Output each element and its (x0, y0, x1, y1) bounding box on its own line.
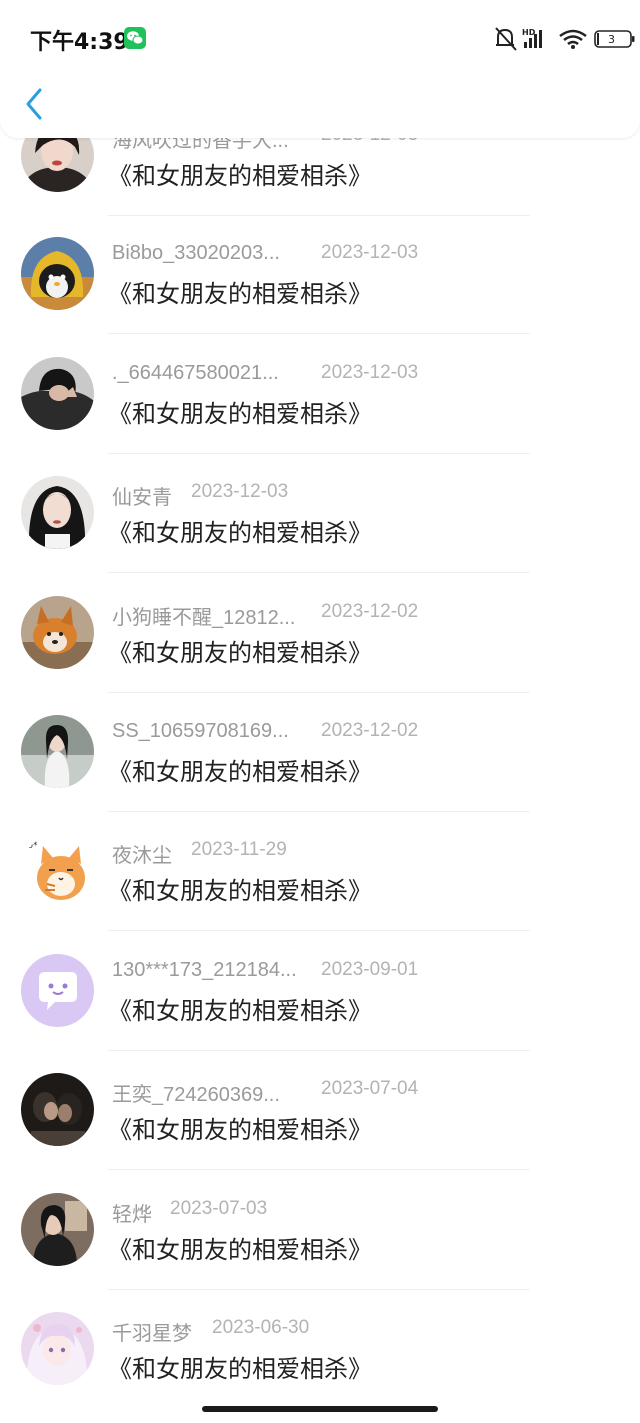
list-item[interactable]: 小狗睡不醒_12812... 2023-12-02 《和女朋友的相爱相杀》 (0, 573, 640, 693)
list-item[interactable]: 王奕_724260369... 2023-07-04 《和女朋友的相爱相杀》 (0, 1050, 640, 1170)
home-indicator[interactable] (202, 1406, 438, 1412)
comment-date: 2023-12-03 (321, 362, 419, 383)
wifi-icon (559, 29, 587, 49)
list-item[interactable]: ._664467580021... 2023-12-03 《和女朋友的相爱相杀》 (0, 334, 640, 454)
status-time: 下午4:39 (30, 30, 129, 55)
user-name[interactable]: 王奕_724260369... (112, 1078, 280, 1107)
user-name[interactable]: 130***173_212184... (112, 959, 297, 982)
comment-title[interactable]: 《和女朋友的相爱相杀》 (108, 156, 372, 191)
avatar[interactable] (21, 596, 94, 669)
list-item[interactable]: SS_10659708169... 2023-12-02 《和女朋友的相爱相杀》 (0, 692, 640, 812)
signal-icon: HD (522, 28, 542, 48)
avatar[interactable]: *o* (21, 834, 94, 907)
comment-date: 2023-09-01 (321, 959, 419, 980)
comment-date: 2023-12-03 (321, 242, 419, 263)
hd-label: HD (522, 28, 536, 37)
avatar[interactable] (21, 1073, 94, 1146)
comment-title[interactable]: 《和女朋友的相爱相杀》 (108, 274, 372, 309)
avatar[interactable] (21, 954, 94, 1027)
avatar[interactable] (21, 1312, 94, 1385)
comment-title[interactable]: 《和女朋友的相爱相杀》 (108, 513, 372, 548)
user-name[interactable]: 仙安青 (112, 481, 172, 510)
comment-title[interactable]: 《和女朋友的相爱相杀》 (108, 991, 372, 1026)
comment-title[interactable]: 《和女朋友的相爱相杀》 (108, 633, 372, 668)
user-name[interactable]: ._664467580021... (112, 362, 279, 385)
list-item[interactable]: 仙安青 2023-12-03 《和女朋友的相爱相杀》 (0, 453, 640, 573)
wechat-icon (124, 27, 146, 49)
battery-level: 3 (608, 33, 615, 46)
user-name[interactable]: 千羽星梦 (112, 1317, 192, 1346)
status-icons-graphic: HD 3 (495, 27, 635, 51)
user-name[interactable]: Bi8bo_33020203... (112, 242, 280, 265)
comment-date: 2023-11-29 (191, 839, 287, 860)
list-item[interactable]: 轻烨 2023-07-03 《和女朋友的相爱相杀》 (0, 1170, 640, 1290)
avatar[interactable] (21, 715, 94, 788)
svg-text:*o*: *o* (23, 841, 38, 851)
list-item[interactable]: 千羽星梦 2023-06-30 《和女朋友的相爱相杀》 (0, 1289, 640, 1409)
battery-icon: 3 (594, 30, 635, 48)
comment-date: 2023-07-03 (170, 1198, 268, 1219)
avatar[interactable] (21, 476, 94, 549)
comment-title[interactable]: 《和女朋友的相爱相杀》 (108, 1230, 372, 1265)
list-item[interactable]: *o* 夜沐尘 2023-11-29 《和女朋友的相爱相杀》 (0, 811, 640, 931)
chevron-left-icon (26, 88, 42, 120)
user-name[interactable]: 轻烨 (112, 1198, 152, 1227)
avatar[interactable] (21, 357, 94, 430)
comment-date: 2023-12-02 (321, 720, 419, 741)
comment-date: 2023-06-30 (212, 1317, 310, 1338)
list-item[interactable]: Bi8bo_33020203... 2023-12-03 《和女朋友的相爱相杀》 (0, 214, 640, 334)
comment-title[interactable]: 《和女朋友的相爱相杀》 (108, 394, 372, 429)
comment-title[interactable]: 《和女朋友的相爱相杀》 (108, 1110, 372, 1145)
comment-title[interactable]: 《和女朋友的相爱相杀》 (108, 871, 372, 906)
user-name[interactable]: SS_10659708169... (112, 720, 289, 743)
comment-date: 2023-12-03 (191, 481, 289, 502)
user-name[interactable]: 夜沐尘 (112, 839, 172, 868)
comment-title[interactable]: 《和女朋友的相爱相杀》 (108, 752, 372, 787)
header: 下午4:39 HD 3 (0, 0, 640, 138)
bell-muted-icon (495, 27, 517, 51)
comment-title[interactable]: 《和女朋友的相爱相杀》 (108, 1349, 372, 1384)
avatar[interactable] (21, 237, 94, 310)
avatar[interactable] (21, 1193, 94, 1266)
back-button[interactable] (20, 84, 50, 124)
list-item[interactable]: 130***173_212184... 2023-09-01 《和女朋友的相爱相… (0, 931, 640, 1051)
user-name[interactable]: 小狗睡不醒_12812... (112, 601, 295, 630)
comment-date: 2023-12-02 (321, 601, 419, 622)
comment-date: 2023-07-04 (321, 1078, 419, 1099)
